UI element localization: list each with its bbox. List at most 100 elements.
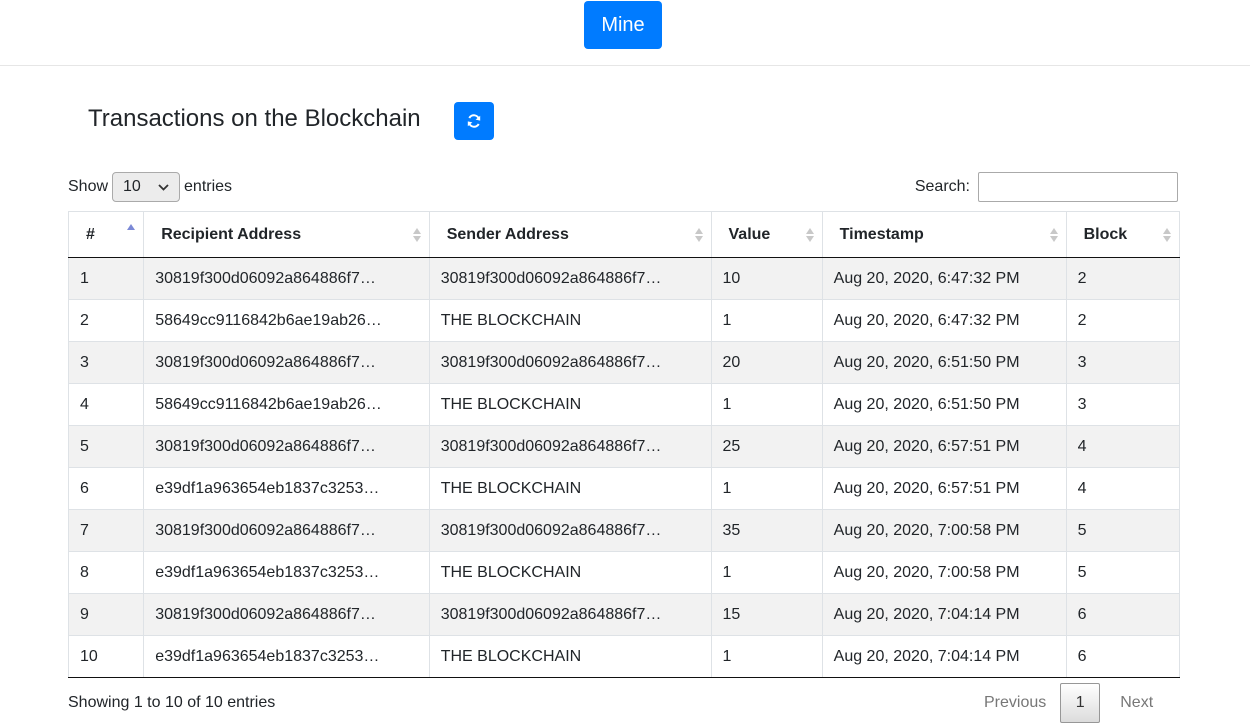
header-label: Block [1083,225,1128,243]
table-controls: Show 10 entries Search: [68,172,1178,202]
chevron-down-icon [158,183,169,191]
table-row[interactable]: 6 e39df1a963654eb1837c3253… THE BLOCKCHAIN… [67,467,1181,510]
cell-index: 1 [67,257,145,300]
cell-value: 1 [710,467,823,510]
sort-icon [694,228,703,242]
cell-index: 9 [67,593,145,636]
table-row[interactable]: 4 58649cc9116842b6ae19ab26… THE BLOCKCHAIN… [67,383,1181,426]
cell-value: 10 [710,257,823,300]
length-value: 10 [123,178,141,195]
header-col-block[interactable]: Block [1065,211,1181,258]
cell-block: 6 [1065,635,1181,678]
cell-sender: THE BLOCKCHAIN [428,467,712,510]
cell-timestamp: Aug 20, 2020, 6:57:51 PM [821,425,1067,468]
cell-timestamp: Aug 20, 2020, 7:04:14 PM [821,635,1067,678]
table-row[interactable]: 5 30819f300d06092a864886f7… 30819f300d0609… [67,425,1181,468]
table-row[interactable]: 2 58649cc9116842b6ae19ab26… THE BLOCKCHAIN… [67,299,1181,342]
sort-icon [805,228,814,242]
cell-timestamp: Aug 20, 2020, 7:00:58 PM [821,509,1067,552]
entries-label: entries [184,178,233,195]
cell-index: 3 [67,341,145,384]
cell-index: 4 [67,383,145,426]
cell-block: 5 [1065,551,1181,594]
cell-block: 3 [1065,383,1181,426]
cell-index: 5 [67,425,145,468]
page-title: Transactions on the Blockchain [88,105,421,132]
cell-block: 2 [1065,299,1181,342]
table-row[interactable]: 9 30819f300d06092a864886f7… 30819f300d0609… [67,593,1181,636]
page-1-button[interactable]: 1 [1060,683,1101,723]
cell-timestamp: Aug 20, 2020, 6:47:32 PM [821,257,1067,300]
search-control: Search: [915,172,1178,202]
cell-sender: THE BLOCKCHAIN [428,635,712,678]
cell-value: 1 [710,635,823,678]
show-label: Show [68,178,109,195]
cell-block: 4 [1065,467,1181,510]
cell-timestamp: Aug 20, 2020, 7:04:14 PM [821,593,1067,636]
previous-page-button[interactable]: Previous [970,694,1060,712]
sort-icon [127,224,136,230]
search-label: Search: [914,178,970,195]
cell-timestamp: Aug 20, 2020, 7:00:58 PM [821,551,1067,594]
header-col-sender[interactable]: Sender Address [428,211,712,258]
cell-index: 2 [67,299,145,342]
cell-index: 10 [67,635,145,678]
header-label: Timestamp [839,225,924,243]
cell-sender: THE BLOCKCHAIN [428,383,712,426]
header-col-value[interactable]: Value [710,211,823,258]
next-page-button[interactable]: Next [1100,694,1167,712]
cell-sender: THE BLOCKCHAIN [428,299,712,342]
header-label: Recipient Address [161,225,302,243]
cell-block: 4 [1065,425,1181,468]
cell-block: 3 [1065,341,1181,384]
cell-recipient: 30819f300d06092a864886f7… [143,593,430,636]
cell-value: 20 [710,341,823,384]
sort-icon [1049,228,1058,242]
cell-sender: 30819f300d06092a864886f7… [428,341,712,384]
cell-sender: 30819f300d06092a864886f7… [428,509,712,552]
header-label: # [86,225,95,243]
cell-recipient: 30819f300d06092a864886f7… [143,341,430,384]
cell-index: 7 [67,509,145,552]
table-body: 1 30819f300d06092a864886f7… 30819f300d0609… [67,257,1181,678]
cell-recipient: 58649cc9116842b6ae19ab26… [143,299,430,342]
cell-timestamp: Aug 20, 2020, 6:47:32 PM [821,299,1067,342]
table-info: Showing 1 to 10 of 10 entries [68,694,276,711]
cell-timestamp: Aug 20, 2020, 6:51:50 PM [821,383,1067,426]
table-row[interactable]: 7 30819f300d06092a864886f7… 30819f300d0609… [67,509,1181,552]
mine-button[interactable]: Mine [584,1,662,49]
cell-value: 1 [710,383,823,426]
cell-recipient: e39df1a963654eb1837c3253… [143,551,430,594]
cell-index: 6 [67,467,145,510]
cell-recipient: 30819f300d06092a864886f7… [143,257,430,300]
cell-block: 6 [1065,593,1181,636]
cell-recipient: 58649cc9116842b6ae19ab26… [143,383,430,426]
refresh-icon [467,114,481,128]
cell-sender: 30819f300d06092a864886f7… [428,593,712,636]
cell-timestamp: Aug 20, 2020, 6:57:51 PM [821,467,1067,510]
cell-value: 35 [710,509,823,552]
top-bar: Mine [0,0,1250,66]
header-col-index[interactable]: # [67,211,145,258]
cell-recipient: e39df1a963654eb1837c3253… [143,467,430,510]
header-label: Sender Address [446,225,569,243]
cell-sender: THE BLOCKCHAIN [428,551,712,594]
header-col-timestamp[interactable]: Timestamp [821,211,1067,258]
entries-length-select[interactable]: 10 [112,172,181,202]
table-row[interactable]: 1 30819f300d06092a864886f7… 30819f300d0609… [67,257,1181,300]
table-row[interactable]: 10 e39df1a963654eb1837c3253… THE BLOCKCHAI… [67,635,1181,678]
refresh-button[interactable] [454,102,494,140]
cell-recipient: e39df1a963654eb1837c3253… [143,635,430,678]
table-row[interactable]: 8 e39df1a963654eb1837c3253… THE BLOCKCHAIN… [67,551,1181,594]
pagination: Previous 1 Next [970,683,1167,723]
length-control: Show 10 entries [68,172,232,202]
table-header-row: # Recipient Address Sender Address Value Tim… [67,211,1181,258]
header-col-recipient[interactable]: Recipient Address [143,211,430,258]
search-input[interactable] [978,172,1178,202]
sort-icon [1163,228,1171,242]
cell-value: 25 [710,425,823,468]
table-row[interactable]: 3 30819f300d06092a864886f7… 30819f300d0609… [67,341,1181,384]
cell-recipient: 30819f300d06092a864886f7… [143,425,430,468]
cell-sender: 30819f300d06092a864886f7… [428,425,712,468]
cell-block: 2 [1065,257,1181,300]
